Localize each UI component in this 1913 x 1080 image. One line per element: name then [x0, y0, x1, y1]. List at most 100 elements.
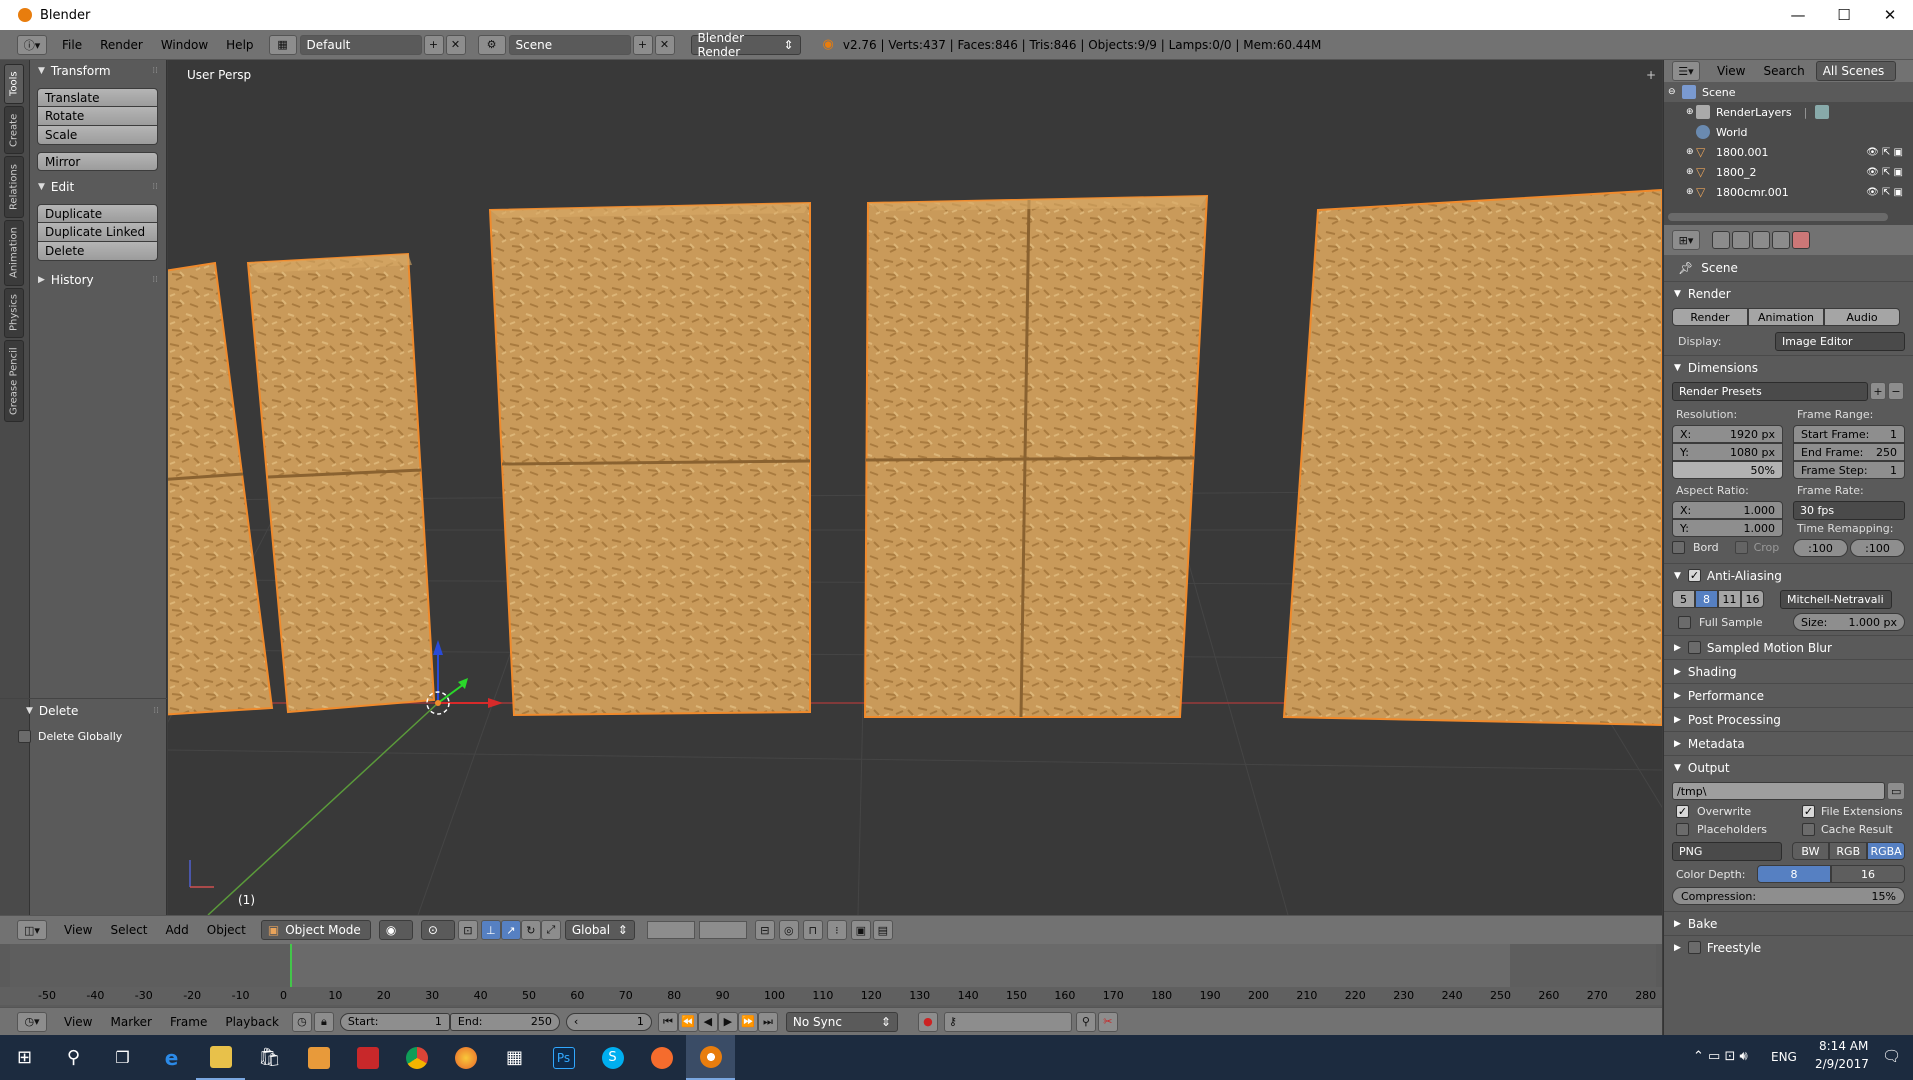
taskbar-skype[interactable]: S — [588, 1035, 637, 1080]
lock-time-icon[interactable]: 🔒︎ — [313, 1011, 334, 1032]
filter-size-field[interactable]: Size: 1.000 px — [1793, 613, 1905, 631]
timeline-menu-view[interactable]: View — [55, 1015, 101, 1029]
insert-keyframe-icon[interactable]: ⚲ — [1075, 1011, 1096, 1032]
add-region-icon[interactable]: + — [1646, 68, 1656, 82]
notifications-icon[interactable]: 🗨︎ — [1882, 1047, 1901, 1065]
delete-globally-option[interactable]: Delete Globally — [18, 730, 122, 743]
taskbar-file-explorer[interactable] — [196, 1035, 245, 1080]
screen-layout-field[interactable]: Default — [299, 34, 422, 55]
taskbar-edge[interactable]: e — [147, 1035, 196, 1080]
outliner-menu-search[interactable]: Search — [1754, 64, 1813, 78]
translate-button[interactable]: Translate — [37, 88, 158, 107]
clock-time[interactable]: 8:14 AM — [1819, 1039, 1868, 1053]
menu-help[interactable]: Help — [217, 38, 262, 52]
outliner-item-world[interactable]: World — [1664, 122, 1913, 142]
render-button[interactable]: Render — [1672, 308, 1748, 326]
grip-icon[interactable]: ⁞⁞ — [153, 706, 159, 716]
taskbar-photoshop[interactable]: Ps — [539, 1035, 588, 1080]
menu-render[interactable]: Render — [91, 38, 152, 52]
transform-orientation-dropdown[interactable]: Global ⇕ — [564, 920, 635, 940]
taskbar-origin[interactable] — [637, 1035, 686, 1080]
color-mode-rgb[interactable]: RGB — [1829, 842, 1868, 860]
start-button[interactable]: ⊞ — [0, 1035, 49, 1080]
pin-icon[interactable]: 📌︎ — [1678, 261, 1693, 275]
remap-new-field[interactable]: :100 — [1850, 539, 1905, 557]
aa-filter-dropdown[interactable]: Mitchell-Netravali — [1780, 590, 1892, 609]
scale-manipulator-icon[interactable]: ⤢ — [540, 920, 561, 940]
visibility-eye-icon[interactable]: 👁︎ ⇱ ▣ — [1866, 167, 1903, 178]
rotate-button[interactable]: Rotate — [37, 107, 158, 126]
folder-icon[interactable]: ▭ — [1887, 782, 1905, 800]
end-frame-prop-field[interactable]: End Frame: 250 — [1793, 443, 1905, 461]
color-depth-8[interactable]: 8 — [1757, 865, 1831, 883]
close-button[interactable]: ✕ — [1867, 0, 1913, 30]
manipulator-icon[interactable]: ⊥ — [480, 920, 501, 940]
menu-view[interactable]: View — [55, 923, 101, 937]
snap-icon[interactable]: ⊓ — [802, 920, 823, 940]
pivot-point-dropdown[interactable]: ⊙ — [420, 920, 455, 940]
jump-keyframe-forward-icon[interactable]: ⏩ — [737, 1011, 758, 1032]
tab-grease-pencil[interactable]: Grease Pencil — [4, 340, 24, 422]
current-frame-field[interactable]: ‹ 1 — [565, 1012, 652, 1031]
frame-step-field[interactable]: Frame Step: 1 — [1793, 461, 1905, 479]
3d-viewport[interactable]: User Persp (1) + — [168, 60, 1662, 915]
aspect-y-field[interactable]: Y: 1.000 — [1672, 519, 1783, 537]
current-frame-cursor[interactable] — [290, 944, 292, 987]
outliner-horizontal-scrollbar[interactable] — [1668, 213, 1888, 221]
outliner-item-1800-2[interactable]: ⊕ ▽ 1800_2 👁︎ ⇱ ▣ — [1664, 162, 1913, 182]
placeholders-option[interactable]: Placeholders — [1676, 823, 1802, 836]
aa-sample-8[interactable]: 8 — [1695, 590, 1718, 608]
outliner-menu-view[interactable]: View — [1708, 64, 1754, 78]
scene-field[interactable]: Scene — [508, 34, 631, 55]
menu-select[interactable]: Select — [101, 923, 156, 937]
editor-type-properties-icon[interactable]: ⊞▾ — [1672, 230, 1700, 250]
edit-panel-header[interactable]: ▼ Edit ⁞⁞ — [30, 176, 166, 198]
delete-button[interactable]: Delete — [37, 242, 158, 261]
scale-button[interactable]: Scale — [37, 126, 158, 145]
jump-end-icon[interactable]: ⏭ — [757, 1011, 778, 1032]
overwrite-checkbox[interactable] — [1676, 805, 1689, 818]
layers-row-2[interactable] — [698, 921, 747, 939]
remove-scene-icon[interactable]: ✕ — [654, 34, 675, 55]
delete-keyframe-icon[interactable]: ✂ — [1097, 1011, 1118, 1032]
timeline-menu-playback[interactable]: Playback — [216, 1015, 288, 1029]
compression-slider[interactable]: Compression: 15% — [1672, 887, 1905, 905]
jump-keyframe-back-icon[interactable]: ⏪ — [677, 1011, 698, 1032]
outliner-display-mode-dropdown[interactable]: All Scenes — [1815, 61, 1896, 81]
tab-create[interactable]: Create — [4, 106, 24, 154]
render-presets-dropdown[interactable]: Render Presets — [1672, 382, 1868, 401]
add-scene-icon[interactable]: + — [632, 34, 653, 55]
metadata-panel-header[interactable]: ▶ Metadata — [1664, 731, 1913, 755]
display-dropdown[interactable]: Image Editor — [1775, 332, 1905, 351]
timeline-menu-frame[interactable]: Frame — [161, 1015, 216, 1029]
proportional-edit-icon[interactable]: ◎ — [778, 920, 799, 940]
taskbar-calculator[interactable]: ▦ — [490, 1035, 539, 1080]
preview-range-icon[interactable]: ◷ — [291, 1011, 312, 1032]
outliner-item-1800cmr-001[interactable]: ⊕ ▽ 1800cmr.001 👁︎ ⇱ ▣ — [1664, 182, 1913, 202]
viewport-shading-dropdown[interactable]: ◉ — [378, 920, 413, 940]
file-extensions-option[interactable]: File Extensions — [1802, 805, 1913, 818]
freestyle-panel-header[interactable]: ▶ Freestyle — [1664, 935, 1913, 959]
visibility-eye-icon[interactable]: 👁︎ ⇱ ▣ — [1866, 187, 1903, 198]
layers-row-1[interactable] — [646, 921, 695, 939]
remove-preset-icon[interactable]: − — [1888, 382, 1904, 400]
mirror-button[interactable]: Mirror — [37, 152, 158, 171]
rotate-manipulator-icon[interactable]: ↻ — [520, 920, 541, 940]
anti-aliasing-checkbox[interactable] — [1687, 569, 1701, 582]
world-context-icon[interactable] — [1772, 231, 1790, 249]
mode-dropdown[interactable]: ▣ Object Mode — [260, 920, 371, 940]
task-view-button[interactable]: ❐ — [98, 1035, 147, 1080]
cache-result-checkbox[interactable] — [1802, 823, 1815, 836]
motion-blur-checkbox[interactable] — [1687, 641, 1701, 654]
end-frame-field[interactable]: End: 250 — [449, 1012, 560, 1031]
dimensions-panel-header[interactable]: ▼ Dimensions — [1664, 355, 1913, 379]
render-context-icon[interactable] — [1712, 231, 1730, 249]
menu-window[interactable]: Window — [152, 38, 217, 52]
aa-sample-16[interactable]: 16 — [1741, 590, 1764, 608]
play-icon[interactable]: ▶ — [717, 1011, 738, 1032]
object-context-icon[interactable] — [1792, 231, 1810, 249]
outliner-item-1800-001[interactable]: ⊕ ▽ 1800.001 👁︎ ⇱ ▣ — [1664, 142, 1913, 162]
taskbar-firefox[interactable] — [441, 1035, 490, 1080]
limit-selection-icon[interactable]: ⊡ — [457, 920, 478, 940]
menu-object[interactable]: Object — [198, 923, 255, 937]
